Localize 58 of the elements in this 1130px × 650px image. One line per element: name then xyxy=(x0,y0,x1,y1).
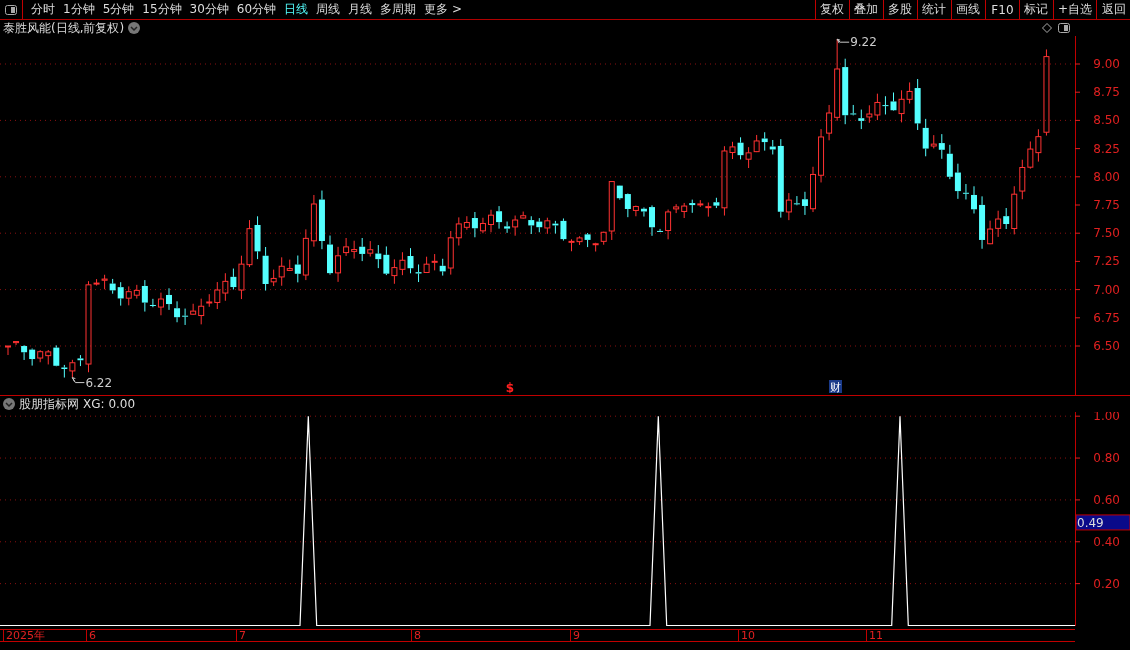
panel-toggle-icon[interactable] xyxy=(5,4,17,15)
period-tab[interactable]: 分时 xyxy=(27,1,59,18)
date-axis-label: 10 xyxy=(738,630,755,642)
price-annotation: 6.22 xyxy=(85,375,113,390)
news-marker[interactable]: 财 xyxy=(829,380,842,394)
toolbar-button[interactable]: 标记 xyxy=(1018,0,1053,19)
date-axis-label: 11 xyxy=(866,630,883,642)
indicator-title: 股朋指标网 xyxy=(19,395,79,413)
price-axis-label: 7.25 xyxy=(1093,254,1120,269)
panel-toggle-icon[interactable] xyxy=(1058,23,1070,33)
price-annotation: 9.22 xyxy=(850,36,877,50)
cursor-value-label: 0.49 xyxy=(1075,514,1130,531)
toolbar-button[interactable]: 复权 xyxy=(814,0,849,19)
period-tab[interactable]: 5分钟 xyxy=(98,1,139,18)
price-axis-label: 6.75 xyxy=(1093,310,1120,325)
toolbar-button[interactable]: 返回 xyxy=(1096,0,1130,19)
price-axis-label: 8.75 xyxy=(1093,85,1120,100)
dropdown-icon[interactable] xyxy=(3,398,15,410)
period-tab[interactable]: 15分钟 xyxy=(138,1,186,18)
price-axis-label: 6.50 xyxy=(1093,339,1120,353)
indicator-axis-label: 1.00 xyxy=(1093,412,1120,424)
period-tab[interactable]: 周线 xyxy=(312,1,345,18)
period-tab[interactable]: 多周期 xyxy=(376,1,421,18)
price-axis-label: 7.75 xyxy=(1093,198,1120,212)
date-axis-label: 7 xyxy=(236,630,246,642)
period-tab[interactable]: 30分钟 xyxy=(185,1,233,18)
toolbar-button[interactable]: +自选 xyxy=(1052,0,1096,19)
leader-line xyxy=(836,38,850,44)
signal-marker[interactable]: $ xyxy=(505,381,515,395)
indicator-axis-label: 0.80 xyxy=(1093,451,1120,466)
indicator-axis-label: 0.60 xyxy=(1093,492,1120,507)
price-axis-label: 7.00 xyxy=(1093,282,1120,297)
period-tab[interactable]: 1分钟 xyxy=(59,1,99,18)
period-tab[interactable]: 更多 > xyxy=(420,1,466,18)
indicator-axis-label: 0.20 xyxy=(1093,576,1120,591)
price-axis-label: 8.25 xyxy=(1093,141,1120,156)
toolbar-button[interactable]: 多股 xyxy=(882,0,917,19)
toolbar-button[interactable]: 画线 xyxy=(950,0,985,19)
leader-line xyxy=(71,377,85,384)
dropdown-icon[interactable] xyxy=(128,22,141,34)
period-tab[interactable]: 月线 xyxy=(344,1,377,18)
date-axis-label: 2025年 xyxy=(3,630,45,642)
chart-title: 泰胜风能(日线,前复权) xyxy=(3,19,125,37)
period-tab[interactable]: 日线 xyxy=(280,1,313,18)
diamond-icon[interactable] xyxy=(1042,23,1052,33)
toolbar-button[interactable]: F10 xyxy=(984,0,1019,19)
indicator-axis-label: 0.40 xyxy=(1093,534,1120,549)
date-axis-label: 8 xyxy=(411,630,421,642)
date-axis-label: 6 xyxy=(86,630,96,642)
price-axis-label: 8.00 xyxy=(1093,169,1120,184)
toolbar-button[interactable]: 统计 xyxy=(916,0,951,19)
price-axis-label: 9.00 xyxy=(1093,57,1120,71)
price-axis-label: 7.50 xyxy=(1093,226,1120,241)
indicator-legend: XG: 0.00 xyxy=(83,397,136,411)
toolbar-button[interactable]: 叠加 xyxy=(848,0,883,19)
price-axis-label: 8.50 xyxy=(1093,113,1120,128)
date-axis-label: 9 xyxy=(570,630,580,642)
period-tab[interactable]: 60分钟 xyxy=(232,1,281,18)
